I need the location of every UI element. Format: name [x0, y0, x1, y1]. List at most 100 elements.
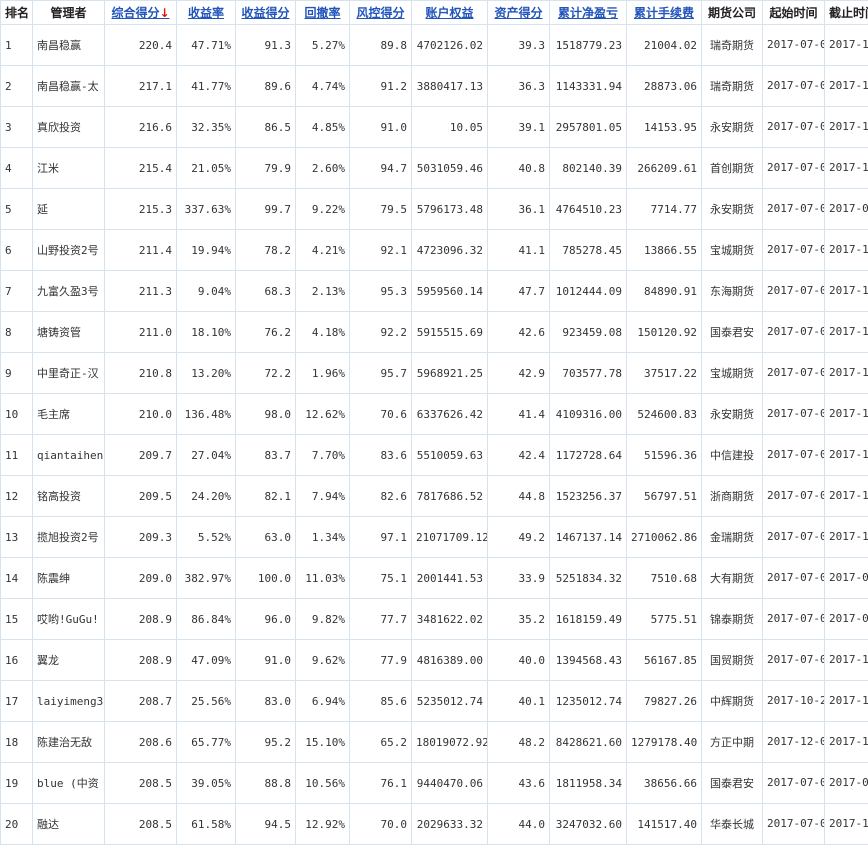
header-return-rate[interactable]: 收益率	[177, 1, 236, 25]
cell-start-time: 2017-10-23	[763, 681, 825, 722]
cell-asset-score: 44.0	[488, 804, 550, 845]
cell-equity: 6337626.42	[412, 394, 488, 435]
cell-equity: 5796173.48	[412, 189, 488, 230]
cell-return-score: 79.9	[236, 148, 296, 189]
cell-composite-score: 209.0	[105, 558, 177, 599]
header-drawdown[interactable]: 回撤率	[296, 1, 350, 25]
cell-risk-score: 83.6	[350, 435, 412, 476]
cell-net-pl: 1143331.94	[550, 66, 627, 107]
cell-composite-score: 211.4	[105, 230, 177, 271]
cell-fees: 141517.40	[627, 804, 702, 845]
header-equity[interactable]: 账户权益	[412, 1, 488, 25]
cell-composite-score: 208.7	[105, 681, 177, 722]
cell-drawdown: 9.82%	[296, 599, 350, 640]
cell-start-time: 2017-07-03	[763, 804, 825, 845]
cell-rank: 6	[1, 230, 33, 271]
cell-end-time: 2017-12-08	[825, 394, 868, 435]
header-fees[interactable]: 累计手续费	[627, 1, 702, 25]
cell-manager: 真欣投资	[33, 107, 105, 148]
cell-net-pl: 703577.78	[550, 353, 627, 394]
cell-return-score: 63.0	[236, 517, 296, 558]
cell-start-time: 2017-07-03	[763, 312, 825, 353]
cell-fees: 51596.36	[627, 435, 702, 476]
cell-fees: 13866.55	[627, 230, 702, 271]
cell-start-time: 2017-07-03	[763, 763, 825, 804]
cell-company: 金瑞期货	[702, 517, 763, 558]
cell-net-pl: 1523256.37	[550, 476, 627, 517]
cell-risk-score: 95.3	[350, 271, 412, 312]
cell-return-rate: 24.20%	[177, 476, 236, 517]
cell-risk-score: 82.6	[350, 476, 412, 517]
cell-asset-score: 36.3	[488, 66, 550, 107]
cell-company: 瑞奇期货	[702, 25, 763, 66]
cell-start-time: 2017-07-03	[763, 107, 825, 148]
cell-net-pl: 1235012.74	[550, 681, 627, 722]
cell-company: 浙商期货	[702, 476, 763, 517]
cell-rank: 14	[1, 558, 33, 599]
cell-company: 永安期货	[702, 394, 763, 435]
cell-fees: 7714.77	[627, 189, 702, 230]
cell-drawdown: 12.62%	[296, 394, 350, 435]
cell-fees: 56167.85	[627, 640, 702, 681]
header-manager: 管理者	[33, 1, 105, 25]
cell-fees: 37517.22	[627, 353, 702, 394]
cell-drawdown: 1.96%	[296, 353, 350, 394]
cell-net-pl: 1012444.09	[550, 271, 627, 312]
cell-start-time: 2017-07-03	[763, 476, 825, 517]
cell-equity: 21071709.12	[412, 517, 488, 558]
cell-rank: 10	[1, 394, 33, 435]
cell-drawdown: 12.92%	[296, 804, 350, 845]
cell-rank: 16	[1, 640, 33, 681]
cell-company: 瑞奇期货	[702, 66, 763, 107]
cell-fees: 38656.66	[627, 763, 702, 804]
cell-composite-score: 215.4	[105, 148, 177, 189]
cell-rank: 5	[1, 189, 33, 230]
cell-risk-score: 85.6	[350, 681, 412, 722]
table-row: 20融达208.561.58%94.512.92%70.02029633.324…	[1, 804, 868, 845]
cell-return-rate: 25.56%	[177, 681, 236, 722]
cell-company: 方正中期	[702, 722, 763, 763]
cell-start-time: 2017-07-03	[763, 148, 825, 189]
cell-fees: 7510.68	[627, 558, 702, 599]
cell-return-score: 96.0	[236, 599, 296, 640]
header-asset-score[interactable]: 资产得分	[488, 1, 550, 25]
header-net-pl[interactable]: 累计净盈亏	[550, 1, 627, 25]
cell-return-rate: 39.05%	[177, 763, 236, 804]
header-return-score[interactable]: 收益得分	[236, 1, 296, 25]
cell-start-time: 2017-07-03	[763, 640, 825, 681]
cell-asset-score: 42.9	[488, 353, 550, 394]
header-risk-score[interactable]: 风控得分	[350, 1, 412, 25]
cell-net-pl: 1518779.23	[550, 25, 627, 66]
cell-risk-score: 77.9	[350, 640, 412, 681]
cell-risk-score: 70.6	[350, 394, 412, 435]
cell-rank: 17	[1, 681, 33, 722]
cell-end-time: 2017-12-08	[825, 25, 868, 66]
cell-equity: 3880417.13	[412, 66, 488, 107]
cell-rank: 20	[1, 804, 33, 845]
cell-fees: 79827.26	[627, 681, 702, 722]
cell-end-time: 2017-12-06	[825, 353, 868, 394]
cell-return-rate: 32.35%	[177, 107, 236, 148]
cell-drawdown: 9.22%	[296, 189, 350, 230]
cell-risk-score: 92.1	[350, 230, 412, 271]
table-row: 15哎哟!GuGu!208.986.84%96.09.82%77.7348162…	[1, 599, 868, 640]
cell-net-pl: 1394568.43	[550, 640, 627, 681]
cell-company: 国泰君安	[702, 312, 763, 353]
cell-end-time: 2017-10-24	[825, 517, 868, 558]
cell-manager: 塘铸资管	[33, 312, 105, 353]
cell-drawdown: 5.27%	[296, 25, 350, 66]
cell-composite-score: 210.0	[105, 394, 177, 435]
cell-return-score: 91.3	[236, 25, 296, 66]
cell-risk-score: 97.1	[350, 517, 412, 558]
table-row: 6山野投资2号211.419.94%78.24.21%92.14723096.3…	[1, 230, 868, 271]
cell-return-rate: 61.58%	[177, 804, 236, 845]
cell-company: 永安期货	[702, 189, 763, 230]
cell-drawdown: 10.56%	[296, 763, 350, 804]
cell-end-time: 2017-12-08	[825, 722, 868, 763]
header-composite-score[interactable]: 综合得分↓	[105, 1, 177, 25]
cell-rank: 1	[1, 25, 33, 66]
cell-net-pl: 4764510.23	[550, 189, 627, 230]
cell-composite-score: 208.5	[105, 804, 177, 845]
cell-composite-score: 208.6	[105, 722, 177, 763]
cell-drawdown: 2.60%	[296, 148, 350, 189]
